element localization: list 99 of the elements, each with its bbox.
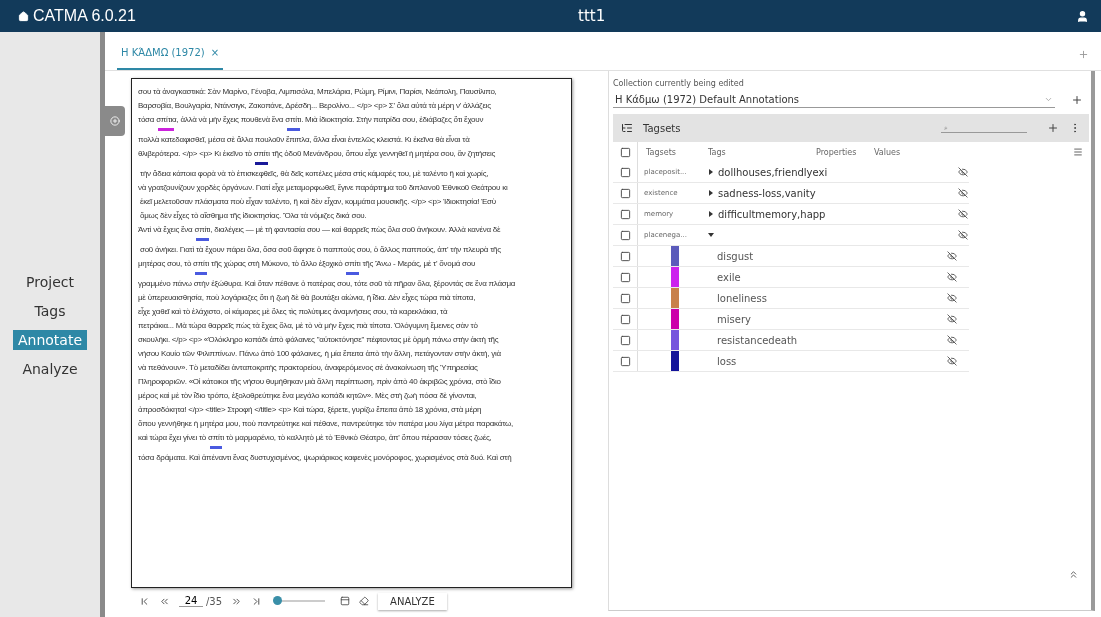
checkbox[interactable] (619, 334, 631, 346)
annotation-mark[interactable] (194, 272, 208, 275)
analyze-button[interactable]: ANALYZE (378, 592, 447, 610)
tag-list: sadness-loss,vanity (718, 187, 816, 199)
text-line: Πληροφοριῶν. «Οἱ κάτοικοι τῆς νήσου θυμήθηκαν μιὰ ἄλλη περίπτωση, πρὶν ἀπὸ 40 ἀκριβῶς χρόνια, στὸ ἴδιο (138, 377, 502, 388)
eye-off-icon[interactable] (958, 209, 968, 219)
add-icon[interactable] (1047, 122, 1059, 134)
eye-off-icon[interactable] (958, 188, 968, 198)
eye-off-icon[interactable] (947, 335, 957, 345)
add-icon[interactable] (1071, 94, 1083, 106)
tag-name: resistancedeath (716, 334, 799, 346)
annotation-mark[interactable] (209, 446, 223, 449)
checkbox[interactable] (619, 187, 631, 199)
checkbox[interactable] (619, 208, 631, 220)
close-icon[interactable]: × (210, 47, 220, 58)
eraser-icon[interactable] (359, 596, 370, 606)
caret-icon[interactable] (708, 169, 714, 175)
app-title: CATMA 6.0.21 (18, 7, 578, 25)
checkbox[interactable] (619, 166, 631, 178)
tag-row[interactable]: loneliness (613, 288, 969, 309)
nav-item[interactable]: Annotate (12, 330, 88, 350)
eye-off-icon[interactable] (958, 230, 968, 240)
add-tab-icon[interactable] (1078, 49, 1089, 60)
text-line: ἐκεῖ μελετοῦσαν πλάσματα ποὺ εἶχαν ταλέντο, ἢ καὶ δὲν εἶχαν, κομμάτια μουσικῆς. </p> <p> Ἰδιοκτησία! Ἐσὺ (138, 197, 497, 208)
text-line: σοῦ ἀνήκει. Γιατὶ τὰ ἔχουν πάρει ὅλα, ὅσα σοῦ ἄφησε ὁ παππούς σου, ὁ ἄλλος παππούς, ἀπ' τὴν πλευρὰ τῆς (138, 245, 502, 256)
checkbox[interactable] (619, 271, 631, 283)
caret-icon[interactable] (708, 190, 714, 196)
user-icon[interactable] (1076, 9, 1089, 23)
tagsets-title: Tagsets (643, 122, 682, 134)
annotation-mark[interactable] (286, 128, 300, 131)
caret-icon[interactable] (708, 232, 714, 238)
nav-item[interactable]: Tags (29, 301, 71, 321)
tag-row[interactable]: resistancedeath (613, 330, 969, 351)
checkbox[interactable] (619, 313, 631, 325)
collection-label: Collection currently being edited (613, 79, 745, 88)
list-icon (621, 122, 633, 134)
caret-icon[interactable] (708, 211, 714, 217)
tag-row[interactable]: disgust (613, 246, 969, 267)
text-line: ὅμως δὲν εἶχες τὸ αἴσθημα τῆς ἰδιοκτησίας. Ὅλα τὰ νόμιζες δικά σου. (138, 211, 368, 222)
text-line: μὲ ὑπερευαισθησία, ποὺ λογάριαζες ὅτι ἡ ζωὴ δὲ θὰ βουτάξει αἰώνια, ἢ ἴδια. Δὲν εἶχες τώρα πιὰ τίποτα, (138, 293, 477, 304)
eye-off-icon[interactable] (947, 272, 957, 282)
text-line: πολλὰ κατεδαφισθεῖ, μέσα σὲ ἄλλα πουλοῦν ἔπιπλα, ἄλλα εἶναι ἐντελῶς κλειστά. Κι ἐκεῖνα θὰ εἶναι τὰ (138, 135, 471, 146)
checkbox[interactable] (619, 250, 631, 262)
eye-off-icon[interactable] (947, 356, 957, 366)
eye-off-icon[interactable] (947, 251, 957, 261)
text-line: σκουλήκι. </p> <p> «Ὁλόκληρο κοπάδι ἀπὸ φάλαινες "αὐτοκτόνησε" πέφτοντας μὲ ὁρμὴ πάνω στὴν ἀκτὴ τῆς (138, 335, 500, 346)
tag-row[interactable]: exile (613, 267, 969, 288)
checkbox[interactable] (619, 146, 631, 158)
text-line: νὰ γρατζουνίζουν χορδὲς ὀργάνων. Γιατί εἶχε μεταμορφωθεῖ, ἔγινε παράρτημα τοῦ διπλανοῦ Ἐθνικοῦ Θεάτρου κι (138, 183, 509, 194)
text-line: τὴν ἄδεια κάποια φορὰ νὰ τὸ ἐπισκεφθεῖς, θὰ δεῖς κοπέλες μέσα στὶς κάμαρές του, μὲ ταλέντο ἢ καὶ χωρίς, (138, 169, 490, 180)
checkbox[interactable] (619, 355, 631, 367)
text-line: τόσα σπίτια, ἀλλὰ νὰ μὴν ἔχεις πουθενὰ ἕνα σπίτι. Μιὰ ἰδιοκτησία. Στὴν πατρίδα σου, ἐδιάβαζες ὅτι ἔχουν (138, 115, 571, 135)
nav-item[interactable]: Analyze (17, 359, 83, 379)
tag-row[interactable]: loss (613, 351, 969, 372)
column-header: Values (874, 147, 902, 157)
tag-name: loneliness (716, 292, 768, 304)
text-line: νήσου Κουίο τῶν Φιλιππίνων. Πάνω ἀπὸ 100 φάλαινες, ἡ μία ἔπειτα ἀπὸ τὴν ἄλλη, πετάγονταν στὴν ἀκτή, γιὰ (138, 349, 502, 360)
eye-off-icon[interactable] (947, 293, 957, 303)
text-line: Βαρσοβία, Βουλγαρία, Ντάνσιγκ, Ζακοπάνε, Δρέσδη... Βερολίνο... </p> <p> Σ' ὅλα αὐτά τὰ μέρη ν' ἀλλάζεις (138, 101, 492, 112)
scroll-up-icon[interactable] (1068, 569, 1079, 580)
tag-name: disgust (716, 250, 755, 262)
text-line: γραμμένο πάνω στὴν ἐξώθυρα. Καὶ ὅταν πέθανε ὁ πατέρας σου, τότε σοῦ τὰ πῆραν ὅλα, ξέροντάς σε ἕνα πλάσμα (138, 279, 517, 290)
tag-name: exile (716, 271, 742, 283)
text-line: ὅπου γεννήθηκε ἡ μητέρα μου, ποὺ παντρεύτηκε καὶ πέθανε, παντρεύτηκε τὸν πατέρα μου λίγα μέτρα παρακάτω, (138, 419, 514, 430)
eye-off-icon[interactable] (947, 314, 957, 324)
column-header: Tagsets (645, 147, 677, 157)
home-icon (18, 10, 29, 22)
text-line: καὶ τώρα ἔχει γίνει τὸ σπίτι τὸ μαρμαρένιο, τὸ καλλητὸ μὲ τὸ Ἐθνικὸ Θέατρο, ἀπ' ὅπου πέρασαν τόσες ζωές, (138, 433, 571, 453)
text-line: τόσα δράματα. Καὶ ἀπέναντι ἕνας δυστυχισμένος, ψωριάρικος καφενὲς μονόροφος, χωρισμένος στὰ δυό. Καὶ στὴ (138, 453, 513, 464)
annotation-mark[interactable] (255, 162, 269, 165)
text-line: μητέρας σου, τὸ σπίτι τῆς χώρας στὴ Μύκονο, τὸ ἄλλο ἐξοχικὸ σπίτι τῆς Ἄνω - Μεράς, μὲ τ' ὄνομά σου (138, 259, 571, 279)
text-line: Ἀντὶ νὰ ἔχεις ἕνα σπίτι, διαλέγεις — μὲ τὴ φαντασία σου — καὶ θαρρεῖς πὼς ὅλα σοῦ ἀνήκουν. Ἀλλὰ κανένα δὲ (138, 225, 571, 245)
text-line: θλιβερότερα. </p> <p> Κι ἐκεῖνο τὸ σπίτι τῆς ὁδοῦ Μενάνδρου, ὅπου εἶχε γεννηθεῖ ἡ μητέρα σου, ἂν ζητήσεις (138, 149, 571, 169)
checkbox[interactable] (619, 292, 631, 304)
column-header: Tags (708, 147, 727, 157)
tag-list: dollhouses,friendlyexi (718, 166, 828, 178)
page-total: /35 (206, 595, 223, 607)
column-header: Properties (816, 147, 858, 157)
text-line: σου τὰ ἀναγκαστικά: Σὰν Μαρίνο, Γένοβα, Λιμπισόλα, Μπελάρια, Ρώμη, Ρίμινι, Παρίσι, Νεάπολη, Παυσίλιπο, (138, 87, 498, 98)
text-line: μέρος καὶ μὲ τὸν ἴδιο τρόπο, ἐξολοθρεύτηκε ἕνα μεγάλο κοπάδι κητῶν». Μὲς στὴ ζωὴ πόσα δὲ γίνονται, (138, 391, 478, 402)
checkbox[interactable] (619, 229, 631, 241)
first-page-icon[interactable] (139, 595, 150, 607)
text-line: πετράκια... Μὰ τώρα θαρρεῖς πὼς τὰ ἔχεις ὅλα, μὲ τὸ νὰ μὴν ἔχεις πιὰ τίποτα. Ὁλόγυμνη ἔμεινες σὰν τὸ (138, 321, 479, 332)
text-line: εἶχε χαθεῖ καὶ τὸ ἐλάχιστο, οἱ κάμαρες μὲ ὅλες τὶς πολύτιμες ἀναμνήσεις σου, τὰ καρεκλάκια, τὰ (138, 307, 449, 318)
text-line: νὰ πεθάνουν». Τὸ μεταδίδει ἀνταποκριτὴς πρακτορείου, ἀναφερόμενος σὲ ἀνακοίνωση τῆς Ὑπηρεσίας (138, 363, 479, 374)
tag-row[interactable]: misery (613, 309, 969, 330)
nav-item[interactable]: Project (21, 272, 79, 292)
add-icon (110, 116, 120, 126)
project-title: ttt1 (578, 7, 607, 25)
slider-thumb[interactable] (273, 596, 283, 605)
layout-icon[interactable] (340, 596, 351, 606)
text-line: ἀπροσδόκητα! </p> <title> Στροφή </title> <p> Καὶ τώρα, ξέρετε, γυρίζω ἔπειτα ἀπὸ 18 χρόνια, στὰ μέρη (138, 405, 483, 416)
page-field[interactable]: 24 (179, 595, 203, 607)
tag-name: misery (716, 313, 752, 325)
tag-list: difficultmemory,happ (718, 208, 826, 220)
collection-select[interactable]: Η Κάδμω (1972) Default Annotations (613, 92, 1055, 108)
tag-name: loss (716, 355, 738, 367)
eye-off-icon[interactable] (958, 167, 968, 177)
document-tab[interactable]: Η ΚΆΔΜΩ (1972) × (117, 39, 224, 70)
